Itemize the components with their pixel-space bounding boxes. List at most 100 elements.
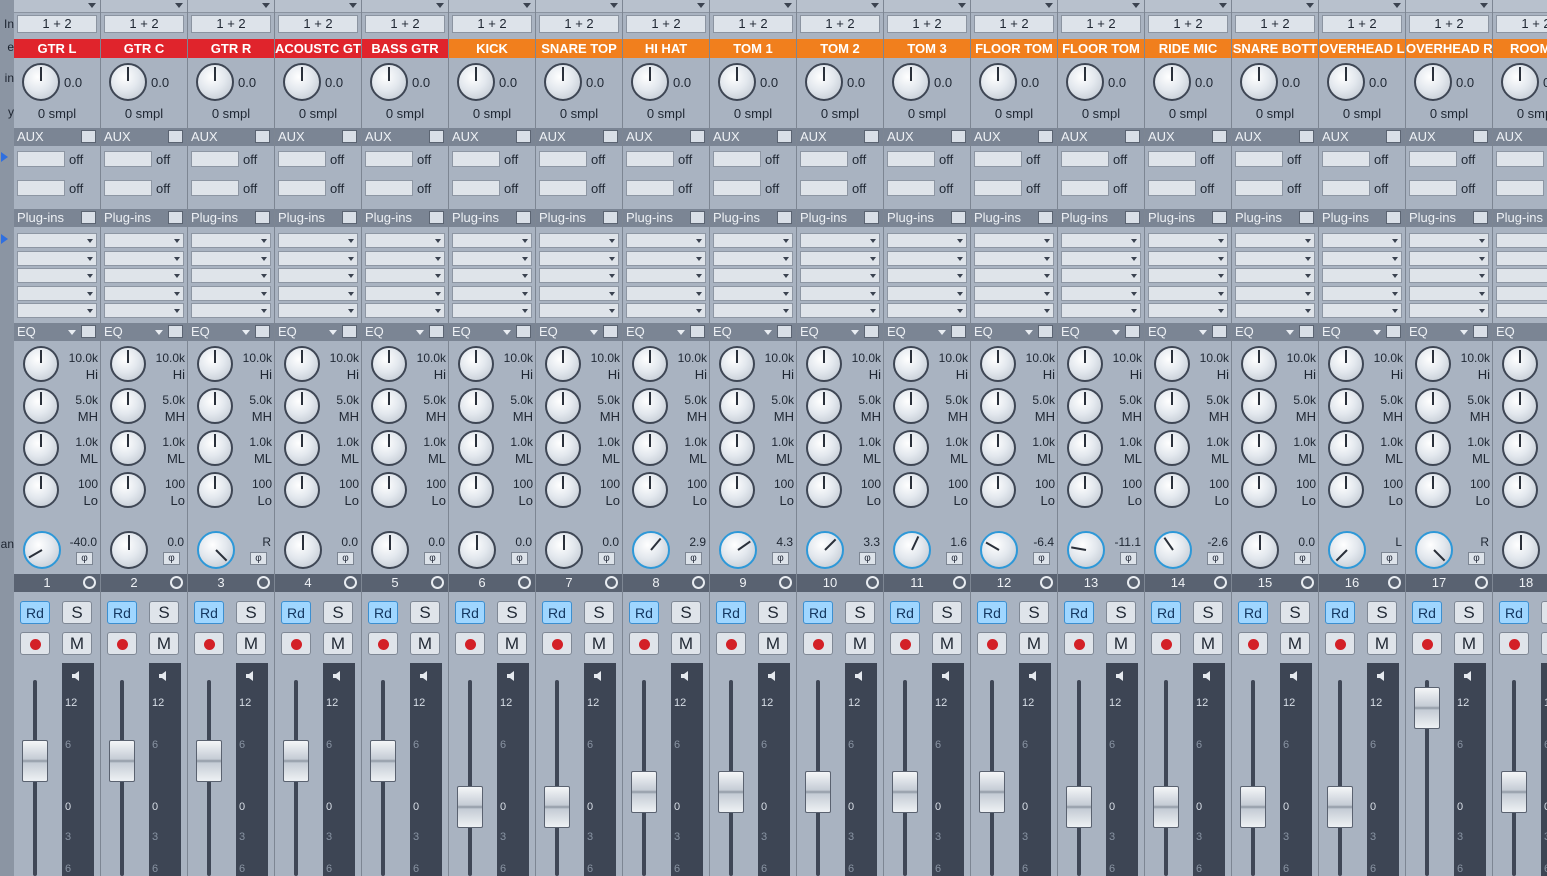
aux-send-level-field[interactable] — [17, 180, 65, 196]
channel-name[interactable]: GTR R — [188, 39, 274, 58]
plugin-slot[interactable] — [539, 250, 619, 266]
input-selector[interactable]: 1 + 2 — [1148, 15, 1228, 33]
eq-mh-knob[interactable] — [23, 388, 59, 424]
plugin-slot[interactable] — [539, 233, 619, 248]
aux-send-level-field[interactable] — [1409, 180, 1457, 196]
plugin-slot[interactable] — [974, 250, 1054, 266]
solo-button[interactable]: S — [1454, 601, 1484, 624]
plugin-slot[interactable] — [1322, 285, 1402, 301]
plugins-toggle-button[interactable] — [81, 211, 96, 224]
speaker-icon[interactable] — [71, 669, 85, 681]
chevron-down-icon[interactable] — [783, 239, 789, 243]
chevron-down-icon[interactable] — [610, 3, 618, 8]
read-automation-button[interactable]: Rd — [20, 601, 50, 624]
plugin-slot[interactable] — [278, 268, 358, 284]
phase-invert-button[interactable]: φ — [685, 552, 702, 565]
strip-menu-bar[interactable] — [101, 0, 187, 13]
eq-hi-knob[interactable] — [632, 346, 668, 382]
input-selector[interactable]: 1 + 2 — [17, 15, 97, 33]
speaker-icon[interactable] — [158, 669, 172, 681]
aux-toggle-button[interactable] — [1299, 130, 1314, 143]
delay-value[interactable]: 0 smpl — [884, 106, 970, 121]
eq-ml-knob[interactable] — [980, 430, 1016, 466]
plugins-header[interactable]: Plug-ins — [1319, 209, 1405, 227]
eq-mh-knob[interactable] — [980, 388, 1016, 424]
aux-header[interactable]: AUX — [797, 128, 883, 146]
chevron-down-icon[interactable] — [677, 330, 685, 335]
solo-button[interactable]: S — [62, 601, 92, 624]
plugins-toggle-button[interactable] — [777, 211, 792, 224]
eq-mh-knob[interactable] — [1241, 388, 1277, 424]
read-automation-button[interactable]: Rd — [629, 601, 659, 624]
link-icon[interactable] — [1475, 576, 1488, 589]
mute-button[interactable]: M — [1280, 632, 1310, 655]
channel-name[interactable]: OVERHEAD R — [1406, 39, 1492, 58]
aux-send-1[interactable]: off — [626, 151, 706, 168]
record-arm-button[interactable] — [1499, 632, 1529, 655]
chevron-down-icon[interactable] — [175, 3, 183, 8]
eq-header[interactable]: EQ — [449, 323, 535, 341]
eq-ml-knob[interactable] — [893, 430, 929, 466]
plugin-slot[interactable] — [17, 268, 97, 284]
plugin-slot[interactable] — [1496, 285, 1547, 301]
plugins-header[interactable]: Plug-ins — [188, 209, 274, 227]
gain-knob[interactable] — [1066, 63, 1104, 101]
chevron-down-icon[interactable] — [1479, 239, 1485, 243]
eq-toggle-button[interactable] — [864, 325, 879, 338]
chevron-down-icon[interactable] — [348, 291, 354, 296]
chevron-down-icon[interactable] — [1479, 309, 1485, 314]
solo-button[interactable]: S — [671, 601, 701, 624]
eq-mh-knob[interactable] — [806, 388, 842, 424]
plugin-slot[interactable] — [278, 233, 358, 248]
channel-name[interactable]: SNARE BOTT — [1232, 39, 1318, 58]
delay-value[interactable]: 0 smpl — [710, 106, 796, 121]
aux-send-1[interactable]: off — [1409, 151, 1489, 168]
strip-menu-bar[interactable] — [14, 0, 100, 13]
aux-send-1[interactable]: off — [191, 151, 271, 168]
gain-knob[interactable] — [718, 63, 756, 101]
gain-knob[interactable] — [805, 63, 843, 101]
aux-send-2[interactable]: off — [539, 180, 619, 197]
chevron-down-icon[interactable] — [609, 239, 615, 243]
aux-header[interactable]: AUX — [275, 128, 361, 146]
aux-send-level-field[interactable] — [1148, 151, 1196, 167]
strip-menu-bar[interactable] — [884, 0, 970, 13]
aux-send-2[interactable]: off — [1409, 180, 1489, 197]
plugin-slot[interactable] — [278, 250, 358, 266]
read-automation-button[interactable]: Rd — [1412, 601, 1442, 624]
chevron-down-icon[interactable] — [783, 309, 789, 314]
eq-ml-knob[interactable] — [371, 430, 407, 466]
record-arm-button[interactable] — [890, 632, 920, 655]
gain-knob[interactable] — [109, 63, 147, 101]
plugin-slot[interactable] — [365, 250, 445, 266]
aux-send-2[interactable]: off — [1496, 180, 1547, 197]
input-selector[interactable]: 1 + 2 — [1322, 15, 1402, 33]
aux-header[interactable]: AUX — [1058, 128, 1144, 146]
eq-hi-knob[interactable] — [980, 346, 1016, 382]
speaker-icon[interactable] — [332, 669, 346, 681]
chevron-down-icon[interactable] — [1479, 274, 1485, 279]
eq-mh-knob[interactable] — [110, 388, 146, 424]
speaker-icon[interactable] — [680, 669, 694, 681]
plugin-slot[interactable] — [974, 303, 1054, 319]
pan-knob[interactable] — [719, 531, 757, 569]
aux-send-level-field[interactable] — [1496, 151, 1544, 167]
plugin-slot[interactable] — [1235, 303, 1315, 319]
channel-name[interactable]: ROOM L — [1493, 39, 1547, 58]
chevron-down-icon[interactable] — [435, 291, 441, 296]
plugins-header[interactable]: Plug-ins — [971, 209, 1057, 227]
chevron-down-icon[interactable] — [958, 3, 966, 8]
chevron-down-icon[interactable] — [609, 309, 615, 314]
plugins-toggle-button[interactable] — [168, 211, 183, 224]
channel-name[interactable]: KICK — [449, 39, 535, 58]
mute-button[interactable]: M — [671, 632, 701, 655]
eq-mh-knob[interactable] — [632, 388, 668, 424]
plugins-header[interactable]: Plug-ins — [362, 209, 448, 227]
channel-name[interactable]: RIDE MIC — [1145, 39, 1231, 58]
solo-button[interactable]: S — [323, 601, 353, 624]
aux-send-level-field[interactable] — [1148, 180, 1196, 196]
aux-header[interactable]: AUX — [449, 128, 535, 146]
link-icon[interactable] — [953, 576, 966, 589]
eq-ml-knob[interactable] — [545, 430, 581, 466]
eq-lo-knob[interactable] — [1241, 472, 1277, 508]
